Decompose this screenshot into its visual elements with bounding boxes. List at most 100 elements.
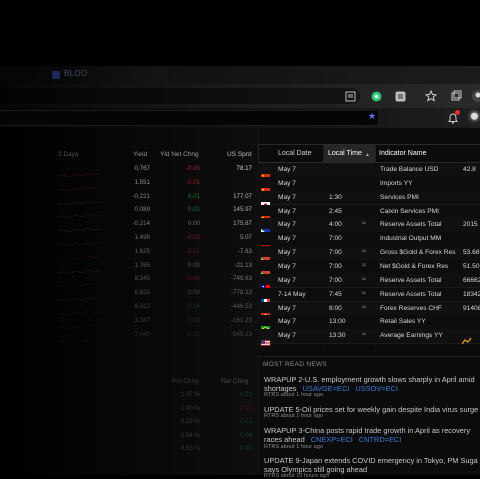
news-headline[interactable]: UPDATE 9-Japan extends COVID emergency i… — [264, 456, 480, 474]
favorite-star-icon[interactable]: ★ — [368, 111, 376, 122]
approx-icon: ≈ — [362, 220, 366, 227]
approx-icon: ≈ — [362, 276, 366, 283]
local-date: May 7 — [278, 166, 296, 173]
us-spread-value: 177.07 — [220, 193, 252, 200]
country-flag-cn-icon — [261, 167, 270, 173]
collections-icon[interactable] — [448, 88, 464, 104]
indicator-name[interactable]: Forex Reserves CHF — [380, 305, 442, 312]
indicator-name[interactable]: Industrial Output MM — [380, 235, 441, 242]
news-meta: RTRS about 1 hour ago — [264, 444, 323, 450]
notification-badge — [455, 110, 460, 115]
approx-icon: ≈ — [362, 262, 366, 269]
indicator-name[interactable]: Reserve Assets Total — [380, 221, 441, 228]
us-spread-value: -7.63 — [220, 248, 252, 255]
screen-top — [0, 0, 480, 66]
us-spread-value: -446.53 — [220, 303, 252, 310]
yield-value: -0.214 — [118, 220, 150, 227]
country-flag-za-icon — [261, 250, 270, 256]
indicator-value: 42.8 — [463, 166, 476, 173]
local-time: 7:00 — [329, 249, 342, 256]
news-section-title: MOST READ NEWS — [263, 361, 327, 368]
yield-value: 3.167 — [118, 317, 150, 324]
col-header-pct-chng[interactable]: Pct Chng — [172, 378, 199, 385]
sparkline-chart — [58, 276, 100, 284]
news-divider — [258, 356, 480, 357]
indicator-value: 2015 — [463, 221, 478, 228]
ric-link[interactable]: CNEXP=ECI — [311, 435, 353, 444]
news-headline[interactable]: WRAPUP 2-U.S. employment growth slows sh… — [264, 375, 480, 393]
local-time: 7:00 — [329, 277, 342, 284]
col-header-us-sprd[interactable]: US Sprd — [227, 151, 252, 158]
sparkline-chart — [58, 304, 100, 312]
net-change-value: 0.00 — [220, 445, 252, 452]
sparkline-chart — [58, 166, 100, 174]
extension-gray-icon[interactable] — [392, 88, 408, 104]
sort-ascending-icon[interactable]: ▲ — [365, 152, 370, 162]
col-header-yld-net-chng[interactable]: Yld Net Chng — [160, 151, 199, 158]
approx-icon: ≈ — [362, 290, 366, 297]
indicator-value: 18342 — [463, 291, 480, 298]
yield-net-change: 0.00 — [170, 262, 200, 269]
yield-value: 9.345 — [118, 275, 150, 282]
local-time: 2:45 — [329, 208, 342, 215]
country-flag-jp-icon — [261, 195, 270, 201]
yield-value: 0.767 — [118, 165, 150, 172]
yield-net-change: -0.01 — [170, 248, 200, 255]
indicator-name[interactable]: Net $Gold & Forex Res — [380, 263, 448, 270]
indicator-name[interactable]: Reserve Assets Total — [380, 277, 441, 284]
reader-mode-icon[interactable] — [342, 88, 358, 104]
news-headline-text[interactable]: UPDATE 9-Japan extends COVID emergency i… — [264, 456, 478, 474]
local-time: 4:00 — [329, 221, 342, 228]
indicator-value: 91408 — [463, 305, 480, 312]
local-date: May 7 — [278, 208, 296, 215]
avatar[interactable] — [466, 109, 480, 127]
sparkline-chart — [58, 263, 100, 271]
search-input[interactable] — [0, 110, 379, 126]
approx-icon: ≈ — [362, 304, 366, 311]
col-header-local-date[interactable]: Local Date — [278, 150, 311, 160]
local-date: May 7 — [278, 277, 296, 284]
local-time: 7:00 — [329, 263, 342, 270]
indicator-name[interactable]: Imports YY — [380, 180, 413, 187]
indicator-name[interactable]: Gross $Gold & Forex Res — [380, 249, 456, 256]
col-header-local-time[interactable]: Local Time — [328, 150, 362, 160]
chart-link-icon[interactable] — [462, 332, 472, 340]
us-spread-value: -545.13 — [220, 331, 252, 338]
indicator-name[interactable]: Caixin Services PMI — [380, 208, 439, 215]
indicator-name[interactable]: Trade Balance USD — [380, 166, 438, 173]
indicator-name[interactable]: Average Earnings YY — [380, 332, 443, 339]
address-bar[interactable] — [0, 88, 360, 104]
sparkline-chart — [58, 235, 100, 243]
local-time: 7:00 — [329, 235, 342, 242]
yield-net-change: 0.01 — [170, 193, 200, 200]
col-header-net-chng[interactable]: Net Chng — [221, 378, 248, 385]
indicator-name[interactable]: Reserve Assets Total — [380, 291, 441, 298]
col-header-indicator-name[interactable]: Indicator Name — [379, 150, 426, 160]
sparkline-chart — [58, 207, 100, 215]
col-header-2days[interactable]: 2 Days — [58, 151, 78, 158]
local-date: May 7 — [278, 194, 296, 201]
sparkline-chart — [58, 332, 100, 340]
country-flag-ph-icon — [261, 222, 270, 228]
col-header-yield[interactable]: Yield — [133, 151, 147, 158]
yield-value: 8.832 — [118, 289, 150, 296]
us-spread-value: 78.17 — [220, 165, 252, 172]
news-headline[interactable]: WRAPUP 3-China posts rapid trade growth … — [264, 426, 480, 444]
indicator-name[interactable]: Retail Sales YY — [380, 318, 426, 325]
extension-green-icon[interactable] — [368, 88, 384, 104]
us-spread-value: 5.07 — [220, 234, 252, 241]
country-flag-za-icon — [261, 264, 270, 270]
indicator-name[interactable]: Services PMI — [380, 194, 419, 201]
ric-link[interactable]: USSOV=ECI — [355, 384, 398, 393]
ric-link[interactable]: CNTRD=ECI — [359, 435, 402, 444]
local-date: May 7 — [278, 318, 296, 325]
yield-net-change: 0.00 — [170, 289, 200, 296]
profile-icon[interactable] — [470, 88, 480, 104]
country-flag-fr-icon — [261, 292, 270, 298]
local-time: 7:45 — [329, 291, 342, 298]
indicator-value: 53.68 — [463, 249, 480, 256]
us-spread-value: 145.97 — [220, 206, 252, 213]
local-date: May 7 — [278, 235, 296, 242]
net-change-value: 0.01 — [220, 418, 252, 425]
favorites-icon[interactable] — [423, 88, 439, 104]
